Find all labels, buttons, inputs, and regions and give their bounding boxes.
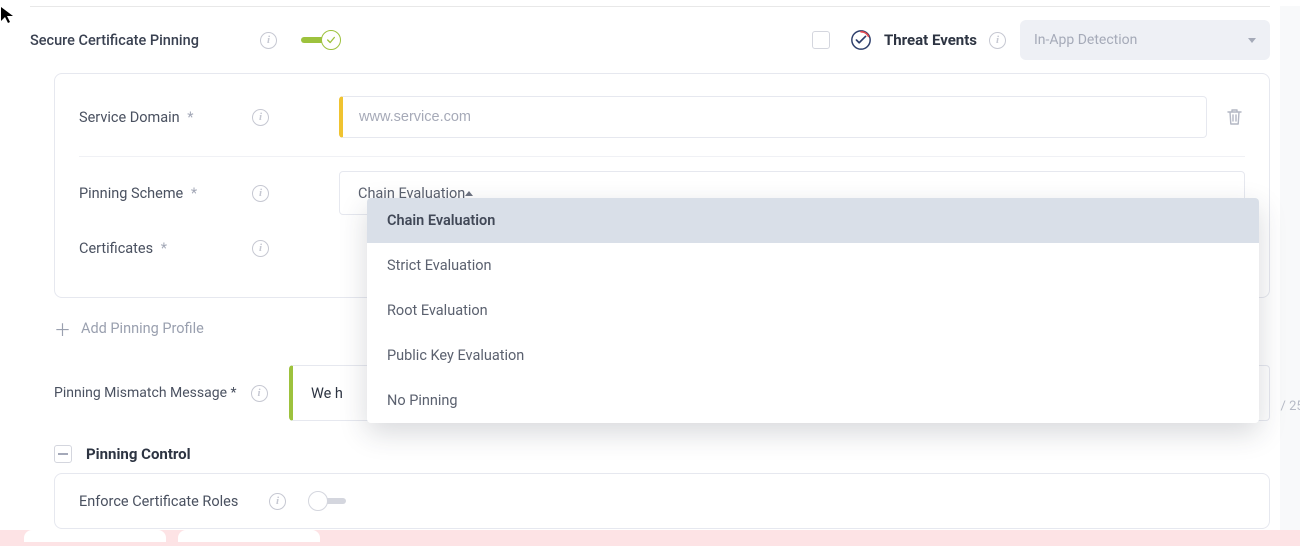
pinning-control-card: Enforce Certificate Roles i xyxy=(54,473,1270,529)
secure-pinning-label: Secure Certificate Pinning xyxy=(30,32,199,49)
dropdown-option[interactable]: Chain Evaluation xyxy=(367,198,1259,243)
add-pinning-profile-label: Add Pinning Profile xyxy=(81,320,204,337)
info-icon[interactable]: i xyxy=(251,385,268,402)
chevron-down-icon xyxy=(1248,38,1256,43)
dropdown-option[interactable]: Strict Evaluation xyxy=(367,243,1259,288)
mismatch-message-label: Pinning Mismatch Message xyxy=(54,385,227,401)
footer-button-stub[interactable] xyxy=(178,530,320,542)
detection-mode-value: In-App Detection xyxy=(1034,32,1137,48)
certificates-label: Certificates xyxy=(79,240,153,257)
pinning-control-title: Pinning Control xyxy=(86,445,191,463)
pinning-scheme-dropdown-menu: Chain Evaluation Strict Evaluation Root … xyxy=(367,198,1259,423)
info-icon[interactable]: i xyxy=(252,240,269,257)
threat-events-icon xyxy=(850,29,872,51)
required-star: * xyxy=(157,240,167,257)
info-icon[interactable]: i xyxy=(252,109,269,126)
secure-pinning-toggle[interactable] xyxy=(299,29,343,51)
mismatch-message-value: We h xyxy=(311,385,343,402)
service-domain-input[interactable] xyxy=(339,96,1207,138)
required-star: * xyxy=(227,385,237,401)
delete-profile-button[interactable] xyxy=(1223,106,1245,128)
info-icon[interactable]: i xyxy=(260,32,277,49)
footer-buttons xyxy=(24,530,320,542)
service-domain-label: Service Domain xyxy=(79,109,180,126)
detection-mode-dropdown[interactable]: In-App Detection xyxy=(1020,20,1270,60)
enforce-roles-row: Enforce Certificate Roles i xyxy=(79,490,1245,512)
info-icon[interactable]: i xyxy=(269,493,286,510)
required-star: * xyxy=(184,109,194,126)
service-domain-row: Service Domain * i xyxy=(79,88,1245,157)
pinning-scheme-label: Pinning Scheme xyxy=(79,185,183,202)
mouse-cursor-icon xyxy=(0,6,16,30)
dropdown-option[interactable]: Root Evaluation xyxy=(367,288,1259,333)
info-icon[interactable]: i xyxy=(252,185,269,202)
plus-icon: ＋ xyxy=(54,316,71,341)
threat-events-label: Threat Events xyxy=(884,31,977,49)
info-icon[interactable]: i xyxy=(989,32,1006,49)
required-star: * xyxy=(187,185,197,202)
footer-button-stub[interactable] xyxy=(24,530,166,542)
dropdown-option[interactable]: Public Key Evaluation xyxy=(367,333,1259,378)
dropdown-option[interactable]: No Pinning xyxy=(367,378,1259,423)
enforce-roles-label: Enforce Certificate Roles xyxy=(79,493,269,510)
chevron-up-icon xyxy=(465,191,473,196)
collapse-toggle[interactable] xyxy=(54,445,72,463)
enforce-roles-toggle[interactable] xyxy=(308,490,352,512)
top-row: Secure Certificate Pinning i Threat Even… xyxy=(30,7,1270,73)
mismatch-char-counter: / 250 xyxy=(1280,399,1300,414)
threat-events-checkbox[interactable] xyxy=(812,31,830,49)
pinning-control-section-header: Pinning Control xyxy=(30,427,1270,473)
